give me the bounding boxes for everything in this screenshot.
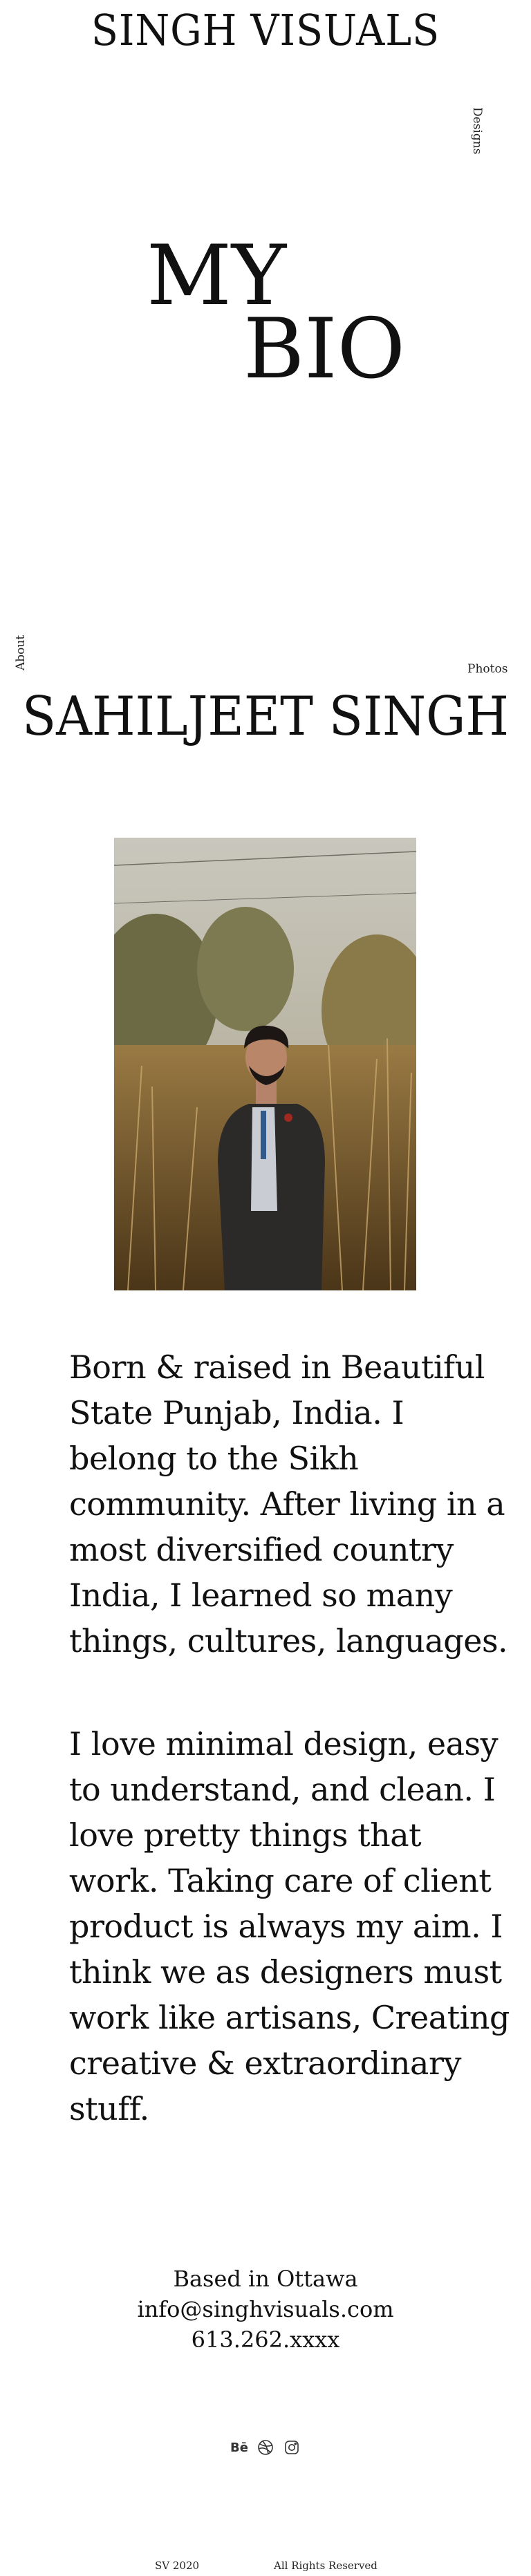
bio-paragraph-1: Born & raised in Beautiful State Punjab,…	[69, 1348, 508, 1660]
contact-location: Based in Ottawa	[173, 2266, 358, 2292]
nav-designs-link[interactable]: Designs	[470, 107, 484, 154]
contact-email-link[interactable]: info@singhvisuals.com	[0, 2294, 531, 2324]
nav-about-link[interactable]: About	[14, 635, 28, 670]
dribbble-icon[interactable]	[257, 2438, 274, 2456]
footer-copyright: SV 2020	[155, 2559, 200, 2572]
instagram-icon[interactable]	[283, 2438, 301, 2456]
nav-photos-link[interactable]: Photos	[467, 662, 507, 676]
site-title[interactable]: SINGH VISUALS	[21, 3, 510, 58]
portrait-photo	[114, 838, 416, 1290]
contact-phone: 613.262.xxxx	[191, 2326, 340, 2353]
footer-rights: All Rights Reserved	[274, 2559, 378, 2572]
person-name: SAHILJEET SINGH	[22, 686, 509, 748]
bio-paragraph-2: I love minimal design, easy to understan…	[69, 1725, 510, 2127]
behance-icon[interactable]: Bē	[230, 2438, 248, 2456]
social-links: Bē	[0, 2438, 531, 2456]
hero-heading-bio: BIO	[243, 301, 405, 397]
behance-label: Bē	[230, 2440, 248, 2455]
